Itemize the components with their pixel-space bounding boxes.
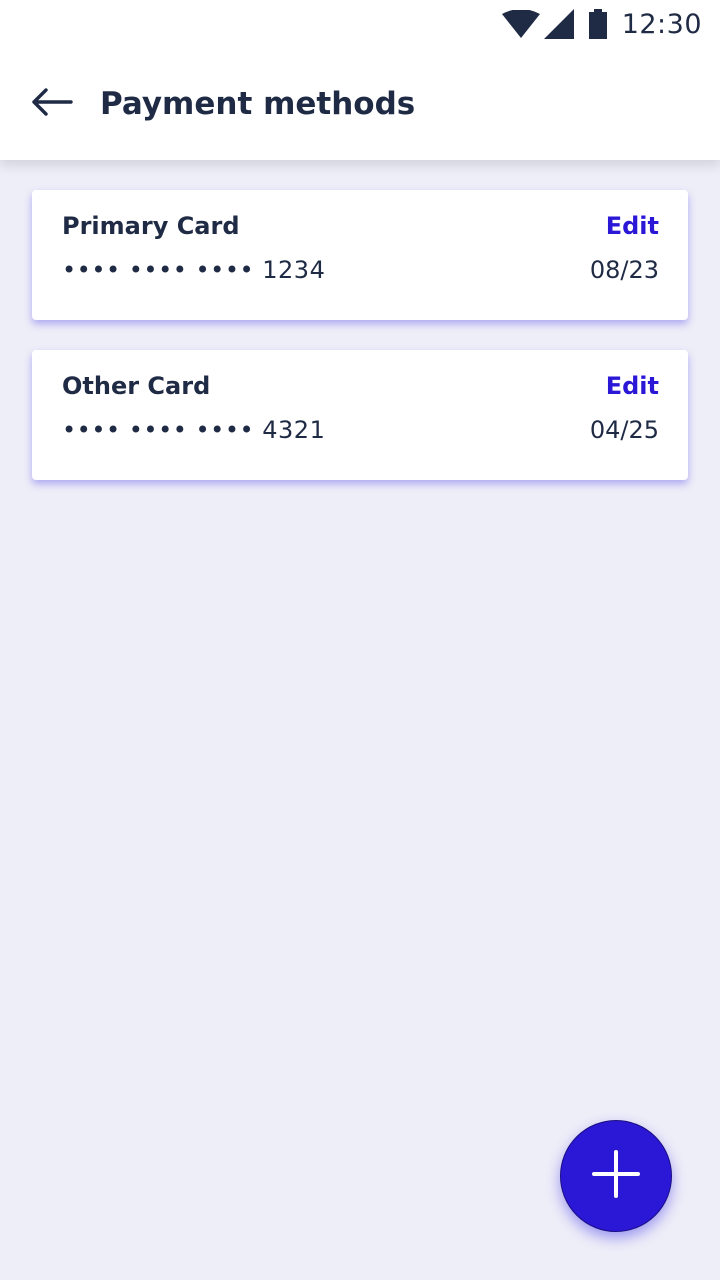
card-name: Primary Card: [62, 212, 240, 240]
add-payment-method-button[interactable]: [560, 1120, 672, 1232]
battery-icon: [588, 9, 608, 39]
card-number: •••• •••• •••• 1234: [62, 256, 326, 284]
plus-icon: [590, 1148, 642, 1204]
card-name: Other Card: [62, 372, 211, 400]
top-bar: 12:30 Payment methods: [0, 0, 720, 160]
card-expiry: 08/23: [589, 256, 659, 284]
card-expiry: 04/25: [589, 416, 659, 444]
card-number: •••• •••• •••• 4321: [62, 416, 326, 444]
status-time: 12:30: [621, 8, 702, 40]
payment-card[interactable]: Other Card Edit •••• •••• •••• 4321 04/2…: [32, 350, 688, 480]
edit-card-button[interactable]: Edit: [606, 212, 659, 240]
wifi-icon: [501, 10, 540, 38]
app-bar: Payment methods: [0, 66, 720, 142]
status-icons: 12:30: [501, 8, 702, 40]
signal-icon: [543, 9, 574, 39]
edit-card-button[interactable]: Edit: [606, 372, 659, 400]
payment-card[interactable]: Primary Card Edit •••• •••• •••• 1234 08…: [32, 190, 688, 320]
arrow-left-icon: [31, 88, 73, 120]
page-title: Payment methods: [100, 86, 416, 122]
back-button[interactable]: [30, 82, 74, 126]
status-bar: 12:30: [0, 0, 720, 48]
